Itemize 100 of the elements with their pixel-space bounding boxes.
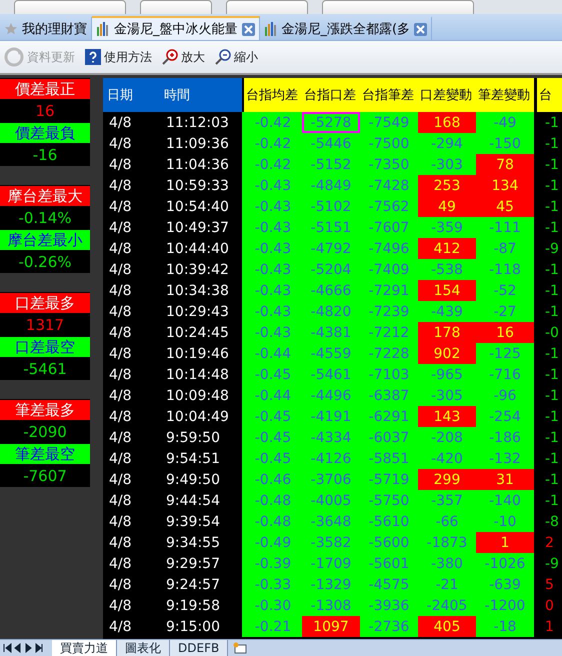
stat-label: 摩台差最小: [0, 230, 90, 250]
table-cell: 154: [418, 280, 476, 301]
table-cell: -150: [476, 133, 534, 154]
table-cell: -7239: [360, 301, 418, 322]
table-cell: -0.43: [242, 217, 302, 238]
table-cell-text: 4/8: [108, 114, 133, 132]
table-cell: -4191: [302, 406, 360, 427]
bar-chart-icon: [264, 22, 278, 36]
table-cell: -1026: [476, 553, 534, 574]
table-cell: -7428: [360, 175, 418, 196]
table-cell-text: -1: [544, 282, 560, 300]
table-cell-text: -1: [544, 260, 560, 280]
table-cell-text: -1: [544, 198, 560, 216]
table-cell: -420: [418, 448, 476, 469]
sheet-tab[interactable]: DDEFB: [170, 640, 228, 656]
table-cell-text: 4/8: [108, 198, 133, 216]
table-cell: 49: [418, 196, 476, 217]
close-icon[interactable]: [414, 22, 428, 36]
stat-label: 筆差最多: [0, 400, 90, 420]
table-cell: -6037: [360, 427, 418, 448]
table-cell: -5610: [360, 511, 418, 532]
tab-label: 金湯尼_盤中冰火能量: [114, 21, 238, 38]
table-cell: 1097: [302, 616, 360, 637]
stat-value: -0.14%: [17, 208, 73, 229]
table-cell: -4559: [302, 343, 360, 364]
stat-value: -16: [32, 145, 58, 166]
table-cell-text: 4/8: [108, 470, 133, 490]
table-cell: -208: [418, 427, 476, 448]
table-cell: 45: [476, 196, 534, 217]
table-cell-text: -1: [544, 428, 560, 448]
table-cell: -0.43: [242, 238, 302, 259]
table-cell-text: -1: [544, 492, 560, 510]
table-cell: 168: [418, 112, 476, 133]
table-cell: -359: [418, 217, 476, 238]
table-cell: -3582: [302, 532, 360, 553]
table-cell: -5750: [360, 490, 418, 511]
table-cell: 78: [476, 154, 534, 175]
table-cell-text: 10:14:48: [165, 366, 230, 384]
stat-label: 摩台差最大: [0, 186, 90, 206]
table-cell-text: 10:44:40: [165, 240, 230, 258]
table-cell: -132: [476, 448, 534, 469]
table-cell: 299: [418, 469, 476, 490]
table-cell: -0.45: [242, 427, 302, 448]
table-cell-text: 4/8: [108, 240, 133, 258]
table-cell-text: 5: [544, 576, 555, 594]
table-cell-text: 11:12:03: [165, 114, 230, 132]
table-cell: -3648: [302, 511, 360, 532]
table-cell: 134: [476, 175, 534, 196]
table-cell: -7496: [360, 238, 418, 259]
sheet-tab[interactable]: 買賣力道: [52, 640, 117, 656]
table-cell: -0.43: [242, 175, 302, 196]
table-cell-text: 9:54:51: [165, 450, 221, 468]
table-cell: -716: [476, 364, 534, 385]
table-cell: -186: [476, 427, 534, 448]
refresh-icon: [4, 47, 24, 67]
table-cell: -0.30: [242, 595, 302, 616]
table-cell: -7549: [360, 112, 418, 133]
table-cell-text: 4/8: [108, 282, 133, 300]
table-cell-text: 10:34:38: [165, 282, 230, 300]
table-cell-text: -1: [544, 302, 560, 322]
table-cell: -0.45: [242, 406, 302, 427]
table-cell-text: 10:24:45: [165, 324, 230, 342]
table-cell: -7562: [360, 196, 418, 217]
table-cell: -2405: [418, 595, 476, 616]
table-cell: -5102: [302, 196, 360, 217]
table-cell: 31: [476, 469, 534, 490]
table-cell-text: 9:59:50: [165, 428, 221, 448]
table-cell-text: -1: [544, 408, 560, 426]
toolbar-button[interactable]: 放大: [160, 48, 207, 66]
table-cell: -111: [476, 217, 534, 238]
table-cell-text: 4/8: [108, 492, 133, 510]
table-cell-text: 4/8: [108, 260, 133, 280]
zoom-in-icon: [162, 49, 178, 65]
table-cell: -1308: [302, 595, 360, 616]
table-cell: -4496: [302, 385, 360, 406]
zoom-out-icon: [215, 49, 231, 65]
table-cell-text: 4/8: [108, 450, 133, 468]
tab[interactable]: 金湯尼_漲跌全都露(多: [260, 16, 432, 40]
table-cell-text: 9:34:55: [165, 534, 221, 552]
column-header: 時間: [160, 78, 242, 112]
stat-label: 價差最正: [0, 79, 90, 99]
table-cell: -7607: [360, 217, 418, 238]
table-cell-text: 4/8: [108, 576, 133, 594]
tab[interactable]: 金湯尼_盤中冰火能量: [92, 16, 260, 40]
toolbar-button[interactable]: 縮小: [213, 48, 260, 66]
sheet-tab[interactable]: 圖表化: [117, 640, 170, 656]
new-sheet-icon[interactable]: [232, 642, 248, 654]
table-cell-text: 10:39:42: [165, 260, 230, 280]
close-icon[interactable]: [242, 22, 254, 36]
table-cell-text: 4/8: [108, 218, 133, 238]
table-cell-text: -1: [544, 450, 560, 468]
toolbar-button[interactable]: 使用方法: [83, 48, 154, 66]
help-icon: [85, 49, 101, 65]
table-cell-text: -1: [544, 156, 560, 174]
table-cell-text: 4/8: [108, 156, 133, 174]
table-cell: -2736: [360, 616, 418, 637]
table-cell: -5601: [360, 553, 418, 574]
table-cell-text: -1: [544, 218, 560, 238]
table-cell-text: -1: [544, 344, 560, 364]
table-cell: -0.21: [242, 616, 302, 637]
